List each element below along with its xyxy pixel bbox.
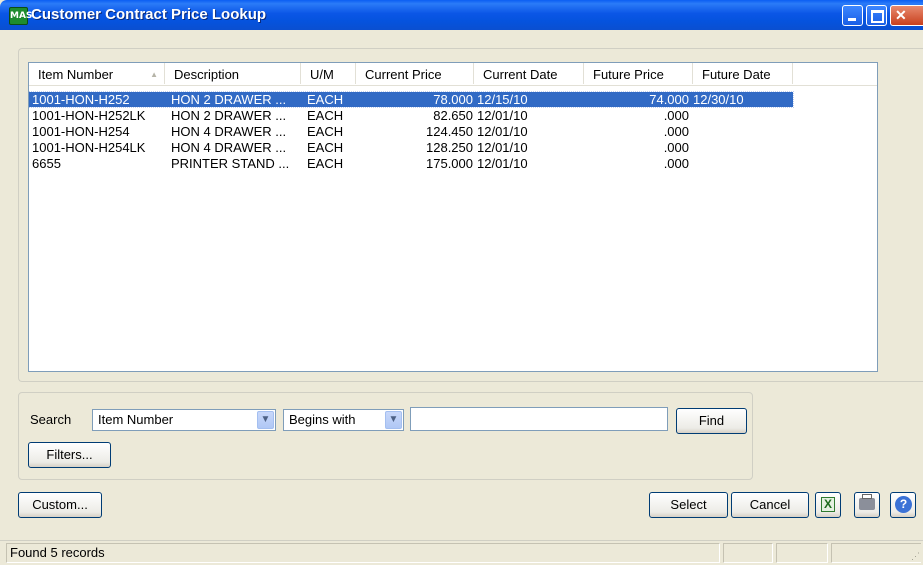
- cell-current-price: 128.250: [426, 140, 473, 155]
- column-header-description[interactable]: Description: [165, 63, 301, 84]
- table-row[interactable]: 1001-HON-H254 HON 4 DRAWER ... EACH 124.…: [29, 124, 793, 139]
- cell-um: EACH: [307, 156, 344, 171]
- cell-current-date: 12/01/10: [477, 140, 528, 155]
- search-field-dropdown[interactable]: Item Number ▼: [92, 409, 276, 431]
- search-operator-value: Begins with: [289, 412, 356, 427]
- find-button[interactable]: Find: [676, 408, 747, 434]
- results-list[interactable]: Item Number ▲ Description U/M Current Pr…: [28, 62, 878, 372]
- cell-item-number: 6655: [32, 156, 61, 171]
- help-button[interactable]: ?: [890, 492, 916, 518]
- cell-um: EACH: [307, 124, 344, 139]
- column-header-future-date[interactable]: Future Date: [693, 63, 793, 84]
- cell-current-price: 175.000: [426, 156, 473, 171]
- column-header-item-number[interactable]: Item Number ▲: [29, 63, 165, 84]
- sort-ascending-icon: ▲: [150, 70, 158, 79]
- table-row[interactable]: 6655 PRINTER STAND ... EACH 175.000 12/0…: [29, 156, 793, 171]
- cell-future-price: .000: [663, 124, 689, 139]
- close-button[interactable]: [890, 5, 923, 26]
- search-label: Search: [30, 412, 72, 427]
- cell-um: EACH: [307, 140, 344, 155]
- maximize-button[interactable]: [866, 5, 887, 26]
- filters-button[interactable]: Filters...: [28, 442, 111, 468]
- custom-button[interactable]: Custom...: [18, 492, 102, 518]
- cell-um: EACH: [307, 108, 344, 123]
- cell-future-price: .000: [663, 156, 689, 171]
- cell-current-date: 12/01/10: [477, 108, 528, 123]
- minimize-button[interactable]: [842, 5, 863, 26]
- help-icon: ?: [895, 496, 912, 513]
- chevron-down-icon[interactable]: ▼: [385, 411, 402, 429]
- search-field-value: Item Number: [98, 412, 174, 427]
- table-row[interactable]: 1001-HON-H252 HON 2 DRAWER ... EACH 78.0…: [29, 91, 794, 108]
- cell-current-price: 124.450: [426, 124, 473, 139]
- status-pane: [831, 543, 921, 563]
- cell-future-price: .000: [663, 140, 689, 155]
- cell-current-price: 82.650: [433, 108, 473, 123]
- list-header: Item Number ▲ Description U/M Current Pr…: [29, 63, 877, 86]
- cell-current-date: 12/01/10: [477, 124, 528, 139]
- column-header-current-price[interactable]: Current Price: [356, 63, 474, 84]
- cell-item-number: 1001-HON-H252: [32, 92, 130, 107]
- cell-description: PRINTER STAND ...: [171, 156, 290, 171]
- app-icon: MAS: [9, 7, 32, 25]
- cell-current-date: 12/01/10: [477, 156, 528, 171]
- cell-future-price: .000: [663, 108, 689, 123]
- cell-item-number: 1001-HON-H252LK: [32, 108, 146, 123]
- cell-future-date: 12/30/10: [693, 92, 744, 107]
- status-pane: [723, 543, 773, 563]
- cell-description: HON 2 DRAWER ...: [171, 92, 287, 107]
- cell-current-price: 78.000: [433, 92, 473, 107]
- title-bar[interactable]: MAS Customer Contract Price Lookup: [0, 0, 923, 30]
- cell-description: HON 4 DRAWER ...: [171, 140, 287, 155]
- cell-future-price: 74.000: [649, 92, 689, 107]
- chevron-down-icon[interactable]: ▼: [257, 411, 274, 429]
- window-title: Customer Contract Price Lookup: [31, 6, 267, 23]
- cell-item-number: 1001-HON-H254LK: [32, 140, 146, 155]
- cancel-button[interactable]: Cancel: [731, 492, 809, 518]
- cell-um: EACH: [307, 92, 344, 107]
- column-header-current-date[interactable]: Current Date: [474, 63, 584, 84]
- search-input[interactable]: [410, 407, 668, 431]
- printer-icon: [859, 494, 875, 510]
- select-button[interactable]: Select: [649, 492, 728, 518]
- search-group: [18, 392, 753, 480]
- export-to-excel-button[interactable]: [815, 492, 841, 518]
- status-pane: [776, 543, 828, 563]
- lookup-window: MAS Customer Contract Price Lookup Item …: [0, 0, 923, 565]
- table-row[interactable]: 1001-HON-H252LK HON 2 DRAWER ... EACH 82…: [29, 108, 793, 123]
- search-operator-dropdown[interactable]: Begins with ▼: [283, 409, 404, 431]
- table-row[interactable]: 1001-HON-H254LK HON 4 DRAWER ... EACH 12…: [29, 140, 793, 155]
- resize-grip-icon[interactable]: ⋰: [911, 552, 921, 564]
- cell-current-date: 12/15/10: [477, 92, 528, 107]
- column-header-um[interactable]: U/M: [301, 63, 356, 84]
- cell-item-number: 1001-HON-H254: [32, 124, 130, 139]
- cell-description: HON 2 DRAWER ...: [171, 108, 287, 123]
- status-text: Found 5 records: [6, 543, 720, 563]
- print-button[interactable]: [854, 492, 880, 518]
- cell-description: HON 4 DRAWER ...: [171, 124, 287, 139]
- status-bar: Found 5 records ⋰: [0, 540, 923, 565]
- excel-icon: [821, 497, 835, 512]
- column-header-future-price[interactable]: Future Price: [584, 63, 693, 84]
